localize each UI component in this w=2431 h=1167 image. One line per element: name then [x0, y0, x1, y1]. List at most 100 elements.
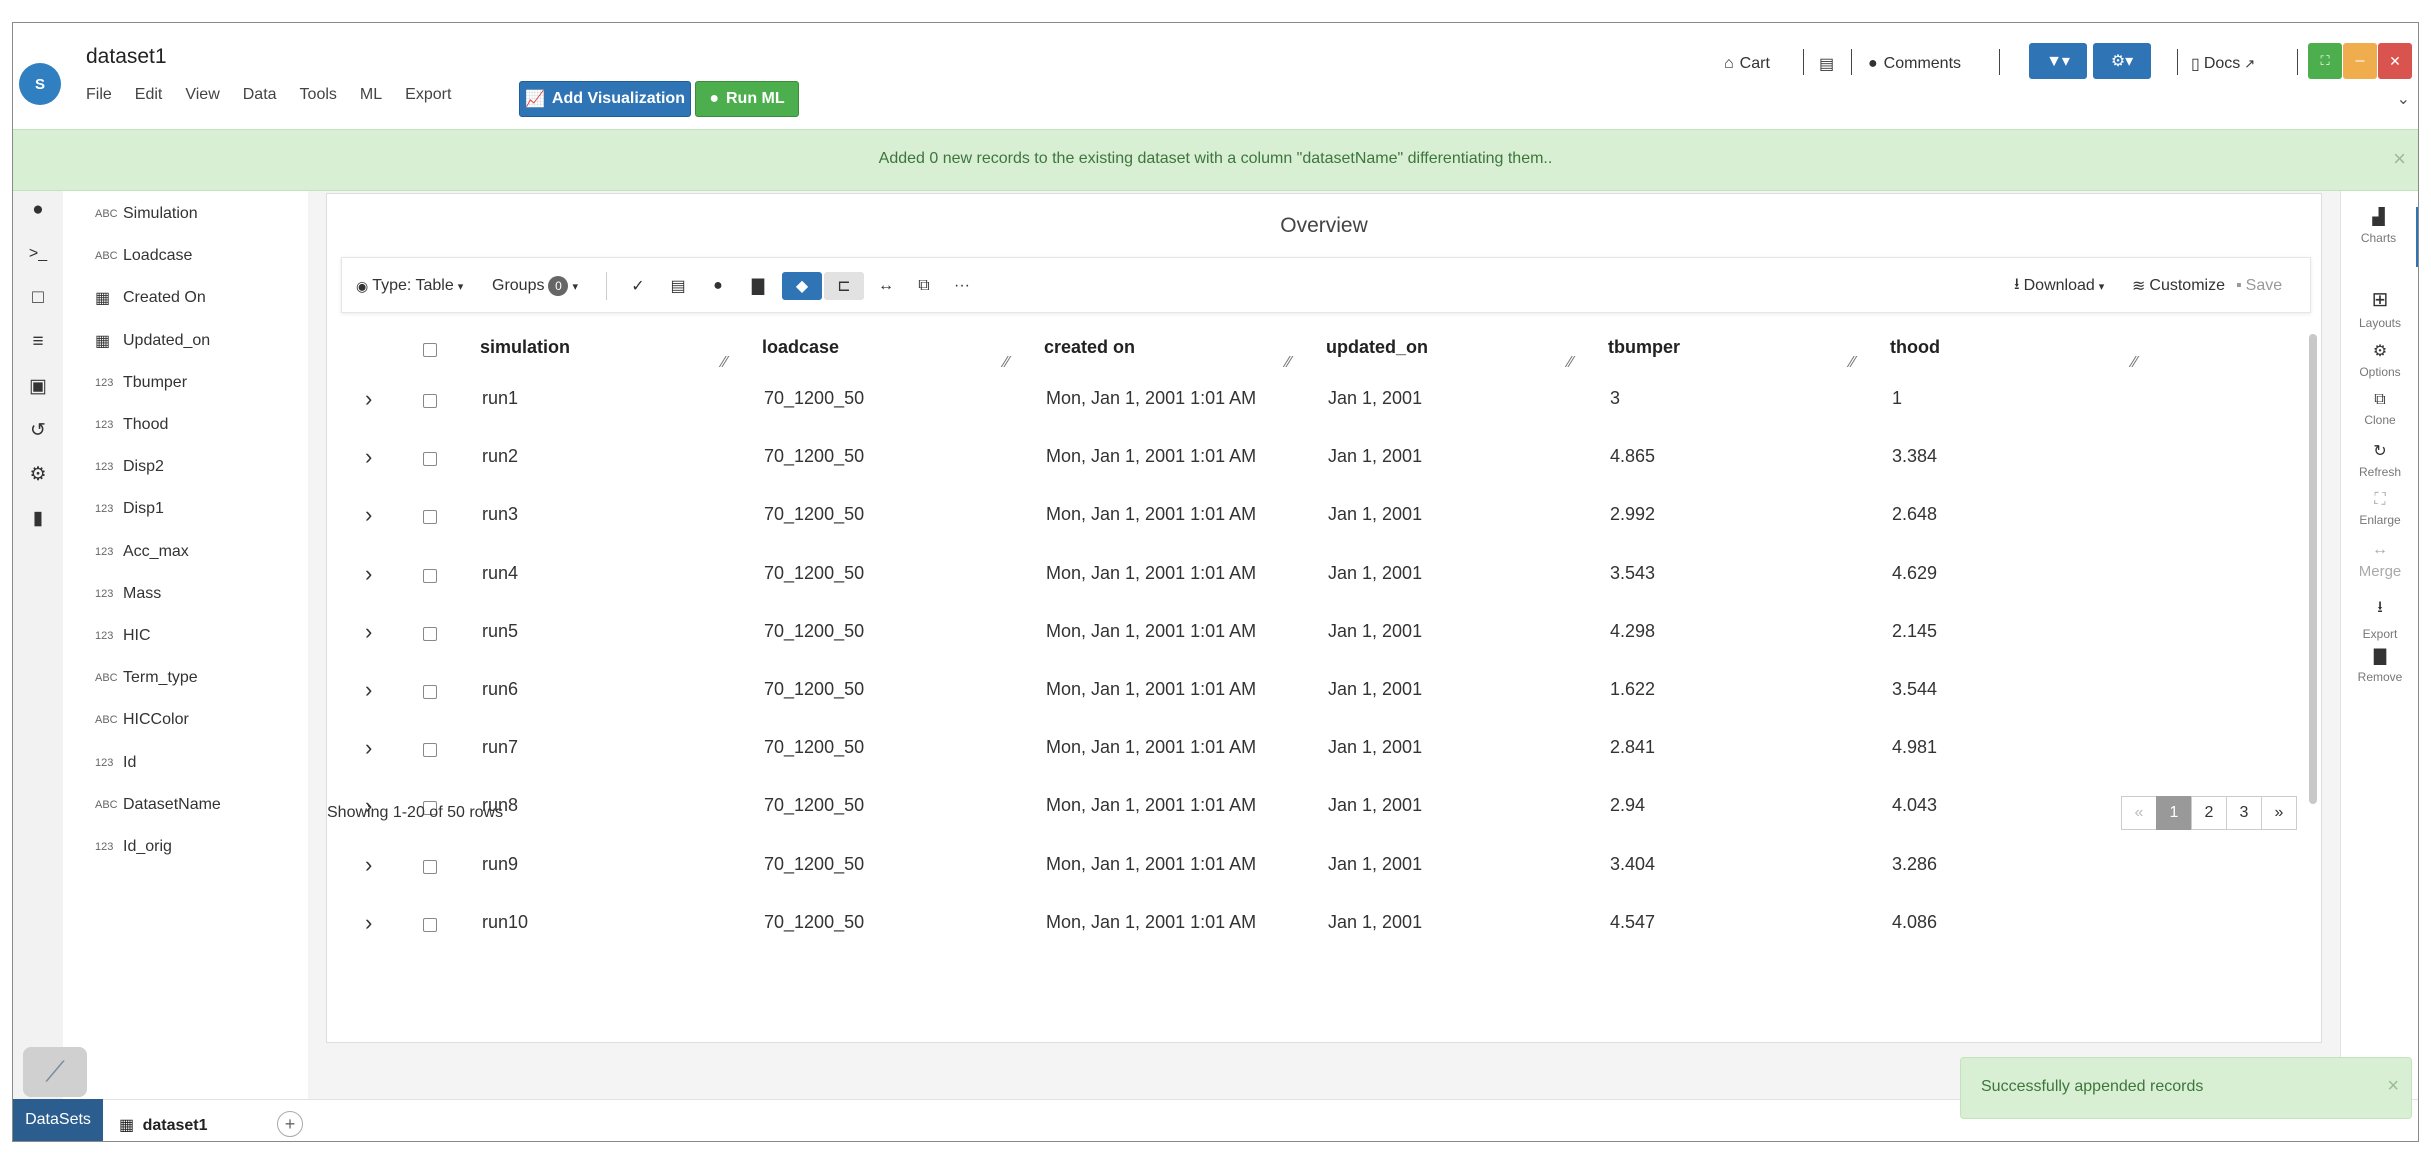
bell-icon[interactable]: ◆	[782, 272, 822, 300]
chevron-right-icon[interactable]: ›	[365, 561, 372, 587]
field-item[interactable]: 123 HIC	[95, 623, 151, 649]
menu-tools[interactable]: Tools	[300, 86, 337, 104]
datasets-logo-icon[interactable]: ⟋	[23, 1047, 87, 1097]
maximize-button[interactable]: ⛶	[2308, 43, 2342, 79]
field-item[interactable]: ▦ Created On	[95, 285, 206, 311]
gear-icon[interactable]: ⚙	[25, 461, 51, 487]
menu-file[interactable]: File	[86, 86, 112, 104]
filter-button[interactable]: ▼▾	[2029, 43, 2087, 79]
film-button[interactable]: ▤	[1819, 47, 1834, 81]
row-checkbox[interactable]	[423, 568, 437, 583]
circle-icon[interactable]: ●	[704, 272, 732, 300]
pager-next[interactable]: »	[2261, 796, 2297, 830]
column-header[interactable]: created on	[1044, 337, 1135, 358]
row-checkbox[interactable]	[423, 743, 437, 758]
table-row[interactable]: › run5 70_1200_50 Mon, Jan 1, 2001 1:01 AM J…	[327, 605, 2287, 663]
field-item[interactable]: 123 Disp2	[95, 454, 164, 480]
dataset-tab[interactable]: ▦ dataset1	[119, 1115, 208, 1135]
column-header[interactable]: thood	[1890, 337, 1940, 358]
menu-view[interactable]: View	[185, 86, 219, 104]
layouts-button[interactable]: ⊞ Layouts	[2341, 287, 2418, 347]
groups-dropdown[interactable]: Groups 0 ▾	[492, 272, 578, 300]
trash-icon[interactable]: ▇	[744, 272, 772, 300]
chevron-right-icon[interactable]: ›	[365, 502, 372, 528]
chevron-right-icon[interactable]: ›	[365, 677, 372, 703]
minimize-button[interactable]: –	[2343, 43, 2377, 79]
column-resize-handle[interactable]: ⁄⁄	[1004, 354, 1009, 372]
column-header[interactable]: tbumper	[1608, 337, 1680, 358]
table-row[interactable]: › run9 70_1200_50 Mon, Jan 1, 2001 1:01 AM J…	[327, 838, 2287, 896]
column-resize-handle[interactable]: ⁄⁄	[1286, 354, 1291, 372]
table-row[interactable]: › run6 70_1200_50 Mon, Jan 1, 2001 1:01 AM J…	[327, 663, 2287, 721]
column-resize-handle[interactable]: ⁄⁄	[1850, 354, 1855, 372]
field-item[interactable]: 123 Acc_max	[95, 539, 189, 565]
clone-icon[interactable]: ⧉	[910, 272, 938, 300]
row-checkbox[interactable]	[423, 859, 437, 874]
pager-prev[interactable]: «	[2121, 796, 2157, 830]
menu-export[interactable]: Export	[405, 86, 451, 104]
chevron-down-icon[interactable]: ⌄	[2397, 89, 2410, 109]
row-checkbox[interactable]	[423, 626, 437, 641]
type-dropdown[interactable]: ◉ Type: Table ▾	[356, 272, 463, 300]
chevron-right-icon[interactable]: ›	[365, 619, 372, 645]
app-logo[interactable]: S	[19, 63, 61, 105]
field-item[interactable]: ABC Term_type	[95, 665, 198, 691]
copy-icon[interactable]: ▤	[664, 272, 692, 300]
square-icon[interactable]: □	[25, 285, 51, 311]
chevron-right-icon[interactable]: ›	[365, 386, 372, 412]
field-item[interactable]: ABC DatasetName	[95, 792, 221, 818]
field-item[interactable]: 123 Disp1	[95, 496, 164, 522]
run-ml-button[interactable]: ● Run ML	[695, 81, 799, 117]
close-icon[interactable]: ×	[2393, 146, 2406, 172]
hierarchy-icon[interactable]: ⊏	[824, 272, 864, 300]
column-resize-handle[interactable]: ⁄⁄	[722, 354, 727, 372]
table-scrollbar[interactable]	[2309, 334, 2317, 804]
menu-data[interactable]: Data	[243, 86, 277, 104]
table-row[interactable]: › run7 70_1200_50 Mon, Jan 1, 2001 1:01 AM J…	[327, 721, 2287, 779]
pager-page-3[interactable]: 3	[2226, 796, 2262, 830]
row-checkbox[interactable]	[423, 394, 437, 408]
terminal-icon[interactable]: >_	[25, 241, 51, 267]
row-checkbox[interactable]	[423, 917, 437, 932]
table-row[interactable]: › run10 70_1200_50 Mon, Jan 1, 2001 1:01 AM…	[327, 896, 2287, 954]
arrows-horizontal-icon[interactable]: ↔	[872, 272, 900, 300]
remove-button[interactable]: ▇ Remove	[2341, 646, 2418, 706]
field-item[interactable]: 123 Tbumper	[95, 370, 187, 396]
table-row[interactable]: › run1 70_1200_50 Mon, Jan 1, 2001 1:01 AM J…	[327, 372, 2287, 430]
field-item[interactable]: ABC Simulation	[95, 201, 198, 227]
check-all-icon[interactable]: ✓	[624, 272, 652, 300]
column-resize-handle[interactable]: ⁄⁄	[1568, 354, 1573, 372]
field-item[interactable]: ABC HICColor	[95, 707, 189, 733]
chevron-right-icon[interactable]: ›	[365, 735, 372, 761]
chevron-right-icon[interactable]: ›	[365, 910, 372, 936]
table-row[interactable]: › run8 70_1200_50 Mon, Jan 1, 2001 1:01 AM J…	[327, 779, 2287, 837]
table-row[interactable]: › run3 70_1200_50 Mon, Jan 1, 2001 1:01 AM J…	[327, 488, 2287, 546]
history-icon[interactable]: ↺	[25, 417, 51, 443]
sliders-icon[interactable]: ≡	[25, 329, 51, 355]
field-item[interactable]: 123 Id_orig	[95, 834, 172, 860]
column-resize-handle[interactable]: ⁄⁄	[2132, 354, 2137, 372]
charts-button[interactable]: ▟ Charts	[2341, 207, 2418, 267]
column-header[interactable]: simulation	[480, 337, 570, 358]
table-row[interactable]: › run2 70_1200_50 Mon, Jan 1, 2001 1:01 AM J…	[327, 430, 2287, 488]
column-header[interactable]: updated_on	[1326, 337, 1428, 358]
column-header[interactable]: loadcase	[762, 337, 839, 358]
cart-button[interactable]: ⌂ Cart	[1724, 47, 1770, 81]
close-icon[interactable]: ×	[2387, 1075, 2399, 1098]
field-item[interactable]: ABC Loadcase	[95, 243, 192, 269]
merge-button[interactable]: ↔ Merge	[2341, 541, 2418, 601]
menu-ml[interactable]: ML	[360, 86, 382, 104]
datasets-tab[interactable]: DataSets	[13, 1099, 103, 1141]
globe-icon[interactable]: ●	[25, 197, 51, 223]
close-button[interactable]: ✕	[2378, 43, 2412, 79]
chevron-right-icon[interactable]: ›	[365, 444, 372, 470]
add-tab-button[interactable]: +	[277, 1111, 303, 1137]
save-button[interactable]: ▪ Save	[2236, 272, 2282, 300]
chevron-right-icon[interactable]: ›	[365, 852, 372, 878]
more-icon[interactable]: ···	[948, 272, 976, 300]
download-dropdown[interactable]: ⭳ Download ▾	[2014, 272, 2104, 300]
field-item[interactable]: ▦ Updated_on	[95, 328, 210, 354]
docs-button[interactable]: ▯ Docs ↗	[2191, 47, 2255, 81]
menu-edit[interactable]: Edit	[135, 86, 163, 104]
image-icon[interactable]: ▣	[25, 373, 51, 399]
